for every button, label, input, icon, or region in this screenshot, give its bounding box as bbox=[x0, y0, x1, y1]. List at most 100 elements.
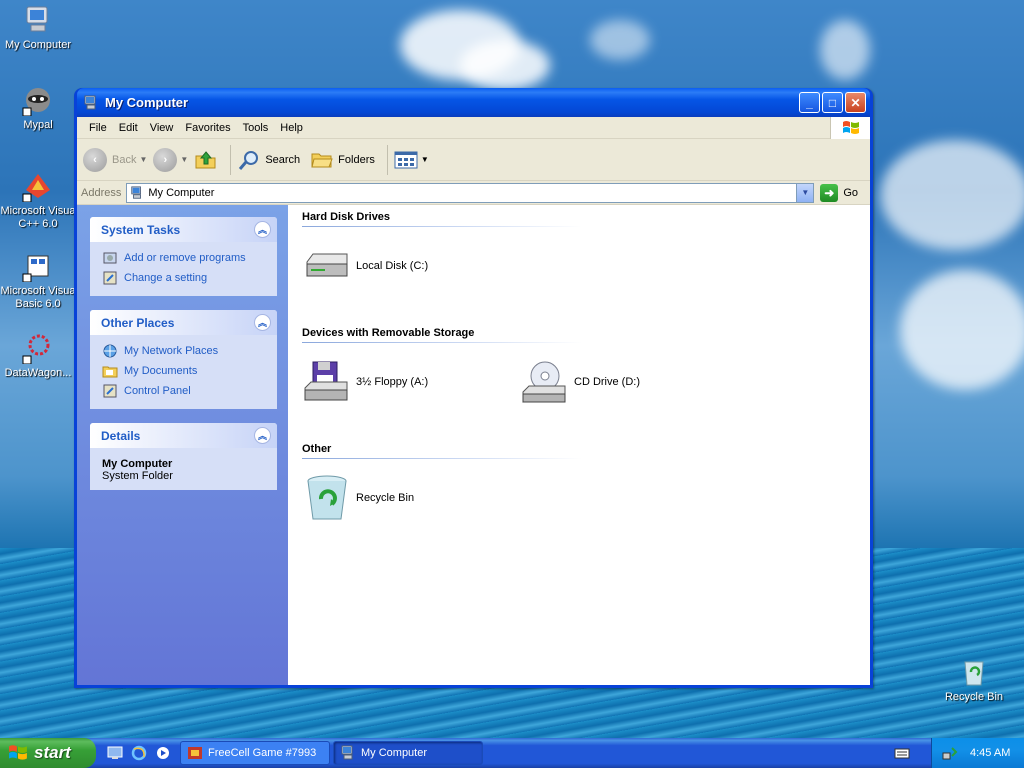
my-network-places-link[interactable]: My Network Places bbox=[102, 341, 269, 361]
menu-help[interactable]: Help bbox=[274, 122, 309, 134]
control-panel-icon bbox=[102, 383, 118, 399]
clock[interactable]: 4:45 AM bbox=[970, 747, 1010, 759]
menu-file[interactable]: File bbox=[83, 122, 113, 134]
minimize-button[interactable]: _ bbox=[799, 92, 820, 113]
link-label: Add or remove programs bbox=[124, 252, 246, 264]
keyboard-icon[interactable] bbox=[894, 745, 910, 761]
change-setting-link[interactable]: Change a setting bbox=[102, 268, 269, 288]
maximize-button[interactable]: □ bbox=[822, 92, 843, 113]
recycle-bin-icon bbox=[964, 661, 984, 686]
menu-favorites[interactable]: Favorites bbox=[179, 122, 236, 134]
computer-icon bbox=[84, 95, 96, 109]
back-button[interactable]: ‹ Back ▼ bbox=[83, 147, 148, 172]
start-label: start bbox=[34, 743, 71, 762]
search-button[interactable]: Search bbox=[237, 148, 300, 172]
views-button[interactable]: ▼ bbox=[394, 150, 429, 170]
recycle-bin-icon bbox=[302, 473, 352, 523]
go-button[interactable]: ➜ Go bbox=[820, 183, 858, 202]
address-dropdown-button[interactable]: ▼ bbox=[796, 183, 814, 202]
start-button[interactable]: start bbox=[0, 738, 96, 768]
taskbar-item-freecell[interactable]: FreeCell Game #7993 bbox=[180, 741, 330, 765]
windows-logo-icon bbox=[830, 117, 870, 139]
show-desktop-icon[interactable] bbox=[106, 744, 124, 762]
folders-label: Folders bbox=[338, 153, 375, 166]
control-panel-link[interactable]: Control Panel bbox=[102, 381, 269, 401]
desktop-icon-recycle-bin[interactable]: Recycle Bin bbox=[936, 656, 1012, 704]
item-label: Recycle Bin bbox=[356, 492, 415, 504]
network-tray-icon[interactable] bbox=[942, 745, 958, 761]
floppy-drive-item[interactable]: 3½ Floppy (A:) bbox=[302, 357, 520, 407]
cd-drive-item[interactable]: CD Drive (D:) bbox=[520, 357, 738, 407]
desktop-icon-visual-basic[interactable]: Microsoft Visua Basic 6.0 bbox=[0, 250, 76, 311]
collapse-chevron-icon[interactable]: ︽ bbox=[254, 427, 271, 444]
details-header[interactable]: Details ︽ bbox=[90, 423, 277, 448]
search-label: Search bbox=[265, 153, 301, 166]
standard-toolbar: ‹ Back ▼ › ▼ Search Folders ▼ bbox=[77, 139, 870, 181]
cd-drive-icon bbox=[520, 357, 570, 407]
go-label: Go bbox=[843, 186, 858, 199]
system-tasks-header[interactable]: System Tasks ︽ bbox=[90, 217, 277, 242]
freecell-icon bbox=[187, 745, 203, 761]
forward-button[interactable]: › ▼ bbox=[153, 147, 188, 172]
back-label: Back bbox=[112, 153, 137, 166]
desktop-icon-label: Mypal bbox=[23, 119, 53, 131]
other-group: Other Recycle Bin bbox=[302, 437, 856, 537]
visual-cpp-icon bbox=[22, 174, 50, 202]
menu-view[interactable]: View bbox=[144, 122, 180, 134]
up-folder-button[interactable] bbox=[194, 148, 218, 172]
desktop-icon-my-computer[interactable]: My Computer bbox=[0, 4, 76, 52]
taskbar-item-my-computer[interactable]: My Computer bbox=[333, 741, 483, 765]
desktop-icon-label: Recycle Bin bbox=[944, 691, 1004, 703]
link-label: Control Panel bbox=[124, 385, 191, 397]
panel-title: Other Places bbox=[101, 315, 175, 330]
link-label: My Network Places bbox=[124, 345, 219, 357]
menu-edit[interactable]: Edit bbox=[113, 122, 144, 134]
internet-explorer-icon[interactable] bbox=[130, 744, 148, 762]
other-places-header[interactable]: Other Places ︽ bbox=[90, 310, 277, 335]
up-folder-icon bbox=[195, 150, 216, 168]
folder-icon bbox=[311, 153, 333, 167]
add-remove-programs-link[interactable]: Add or remove programs bbox=[102, 248, 269, 268]
control-panel-icon bbox=[102, 270, 118, 286]
collapse-chevron-icon[interactable]: ︽ bbox=[254, 221, 271, 238]
local-disk-item[interactable]: Local Disk (C:) bbox=[302, 241, 520, 291]
item-label: Local Disk (C:) bbox=[356, 260, 429, 272]
visual-basic-icon bbox=[22, 255, 49, 282]
desktop-icon-label: My Computer bbox=[4, 39, 72, 51]
panel-title: System Tasks bbox=[101, 222, 181, 237]
recycle-bin-item[interactable]: Recycle Bin bbox=[302, 473, 520, 523]
network-icon bbox=[102, 343, 118, 359]
address-bar: Address My Computer ▼ ➜ Go bbox=[77, 181, 870, 205]
media-player-icon[interactable] bbox=[154, 744, 172, 762]
other-places-panel: Other Places ︽ My Network Places My Docu… bbox=[90, 310, 277, 409]
address-field[interactable]: My Computer ▼ bbox=[126, 182, 815, 203]
details-panel: Details ︽ My Computer System Folder bbox=[90, 423, 277, 490]
desktop-icon-datawagon[interactable]: DataWagon... bbox=[0, 332, 76, 380]
title-bar[interactable]: My Computer _ □ ✕ bbox=[77, 88, 870, 117]
raccoon-icon bbox=[22, 88, 50, 116]
link-label: Change a setting bbox=[124, 272, 208, 284]
views-icon bbox=[394, 151, 418, 168]
collapse-chevron-icon[interactable]: ︽ bbox=[254, 314, 271, 331]
computer-icon bbox=[340, 745, 356, 761]
menu-bar: File Edit View Favorites Tools Help bbox=[77, 117, 870, 139]
desktop-icon-label: DataWagon... bbox=[4, 367, 72, 379]
folders-button[interactable]: Folders bbox=[310, 148, 375, 172]
system-tasks-panel: System Tasks ︽ Add or remove programs Ch… bbox=[90, 217, 277, 296]
windows-logo-icon bbox=[9, 745, 27, 760]
quick-launch bbox=[106, 744, 172, 762]
item-label: 3½ Floppy (A:) bbox=[356, 376, 429, 388]
my-documents-link[interactable]: My Documents bbox=[102, 361, 269, 381]
group-header: Hard Disk Drives bbox=[302, 211, 391, 223]
close-button[interactable]: ✕ bbox=[845, 92, 866, 113]
chevron-down-icon: ▼ bbox=[139, 155, 148, 164]
details-type: System Folder bbox=[102, 470, 173, 482]
desktop-icon-mypal[interactable]: Mypal bbox=[0, 84, 76, 132]
back-arrow-icon: ‹ bbox=[83, 147, 107, 172]
computer-icon bbox=[26, 6, 48, 32]
removable-storage-group: Devices with Removable Storage 3½ Floppy… bbox=[302, 321, 856, 421]
menu-tools[interactable]: Tools bbox=[237, 122, 275, 134]
desktop-icon-visual-cpp[interactable]: Microsoft Visua C++ 6.0 bbox=[0, 170, 76, 231]
chevron-down-icon: ▼ bbox=[420, 155, 429, 164]
taskbar: start FreeCell Game #7993 My Computer 4:… bbox=[0, 738, 1024, 768]
